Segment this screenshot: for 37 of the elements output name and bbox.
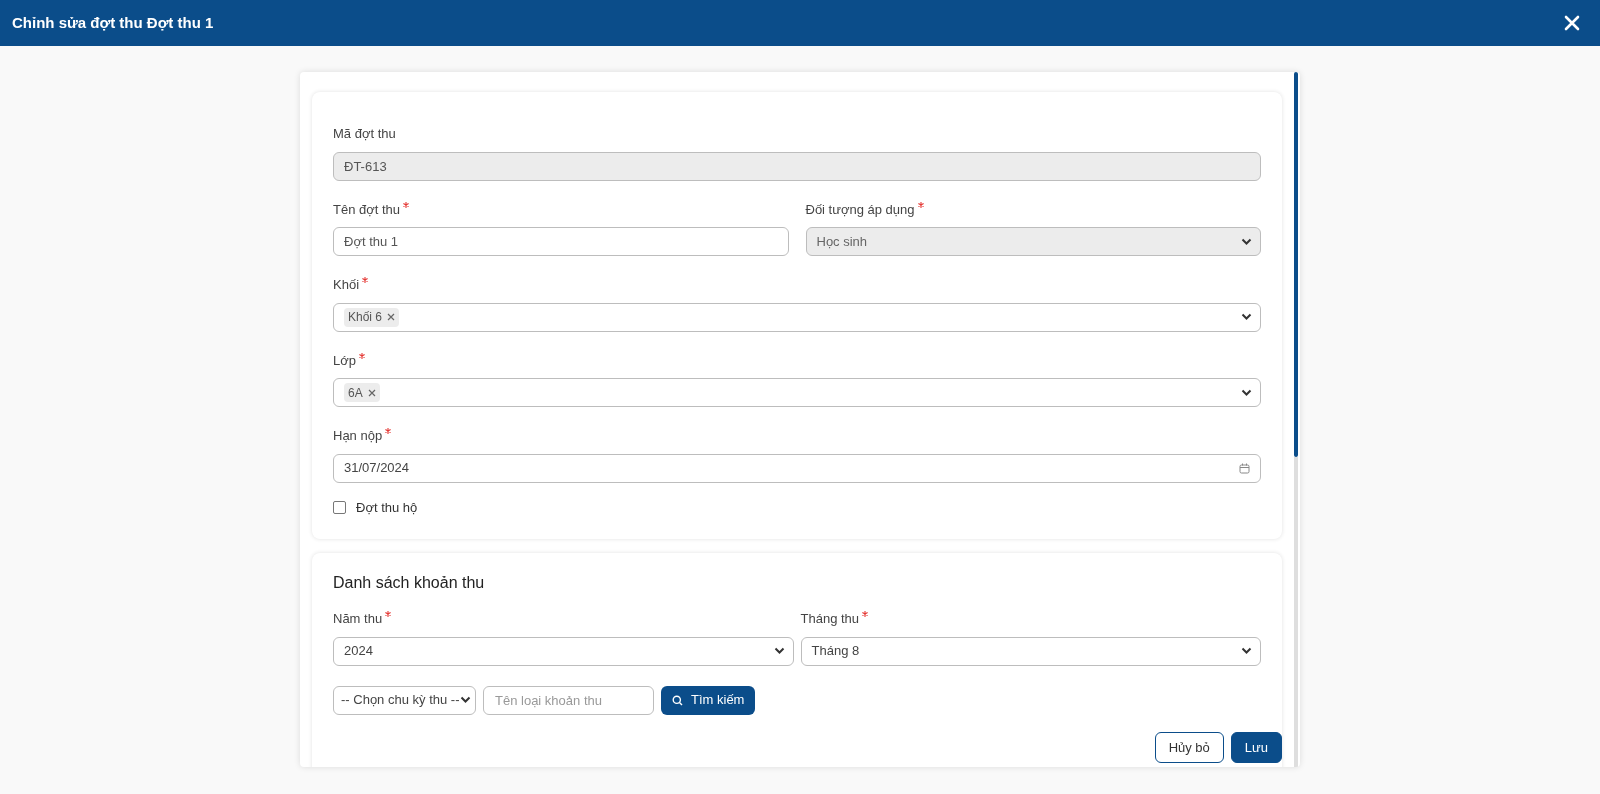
scrollbar-thumb[interactable]	[1294, 72, 1298, 457]
checkbox-option[interactable]: Đợt thu hộ	[333, 497, 1261, 517]
save-button[interactable]: Lưu	[1230, 732, 1282, 763]
select-dropdown[interactable]: 2024	[333, 636, 794, 666]
cancel-button[interactable]: Hủy bỏ	[1154, 732, 1224, 763]
cycle-select[interactable]: -- Chọn chu kỳ thu --	[333, 685, 476, 715]
chevron-down-icon	[773, 647, 785, 655]
text-field[interactable]: Đợt thu 1	[333, 227, 789, 256]
remove-icon[interactable]	[387, 313, 396, 321]
chevron-down-icon	[460, 696, 471, 704]
date-field[interactable]: 31/07/2024	[333, 453, 1261, 483]
field-label: Tháng thu	[800, 610, 860, 628]
field-label: Tên đợt thu	[333, 200, 401, 219]
field-label: Mã đợt thu	[333, 125, 396, 143]
window-title: Chỉnh sửa đợt thu Đợt thu 1	[12, 12, 214, 33]
chevron-down-icon	[1241, 313, 1252, 321]
field-label: Khối	[333, 276, 360, 294]
field-label: Hạn nộp	[333, 427, 383, 445]
remove-icon[interactable]	[367, 388, 376, 397]
field-label: Năm thu	[333, 610, 383, 628]
field-label: Lớp	[333, 351, 356, 370]
search-field[interactable]: Tên loại khoản thu	[483, 685, 654, 715]
select-dropdown[interactable]: Tháng 8	[800, 636, 1261, 666]
tag-chip[interactable]: 6A	[344, 383, 380, 402]
search-icon	[672, 694, 683, 706]
calendar-icon[interactable]	[1239, 462, 1250, 474]
close-icon	[1564, 15, 1580, 31]
chevron-down-icon	[1241, 647, 1252, 655]
tag-chip[interactable]: Khối 6	[344, 307, 400, 327]
checkbox[interactable]	[333, 500, 346, 514]
multi-select-field[interactable]: Khối 6	[333, 302, 1261, 332]
multi-select-field[interactable]: 6A	[333, 378, 1261, 407]
section-title: Danh sách khoản thu	[333, 573, 486, 593]
chevron-down-icon	[1241, 388, 1252, 397]
search-button[interactable]: Tìm kiếm	[661, 685, 756, 715]
chevron-down-icon	[1241, 237, 1252, 246]
field-label: Đối tượng áp dụng	[805, 200, 915, 219]
